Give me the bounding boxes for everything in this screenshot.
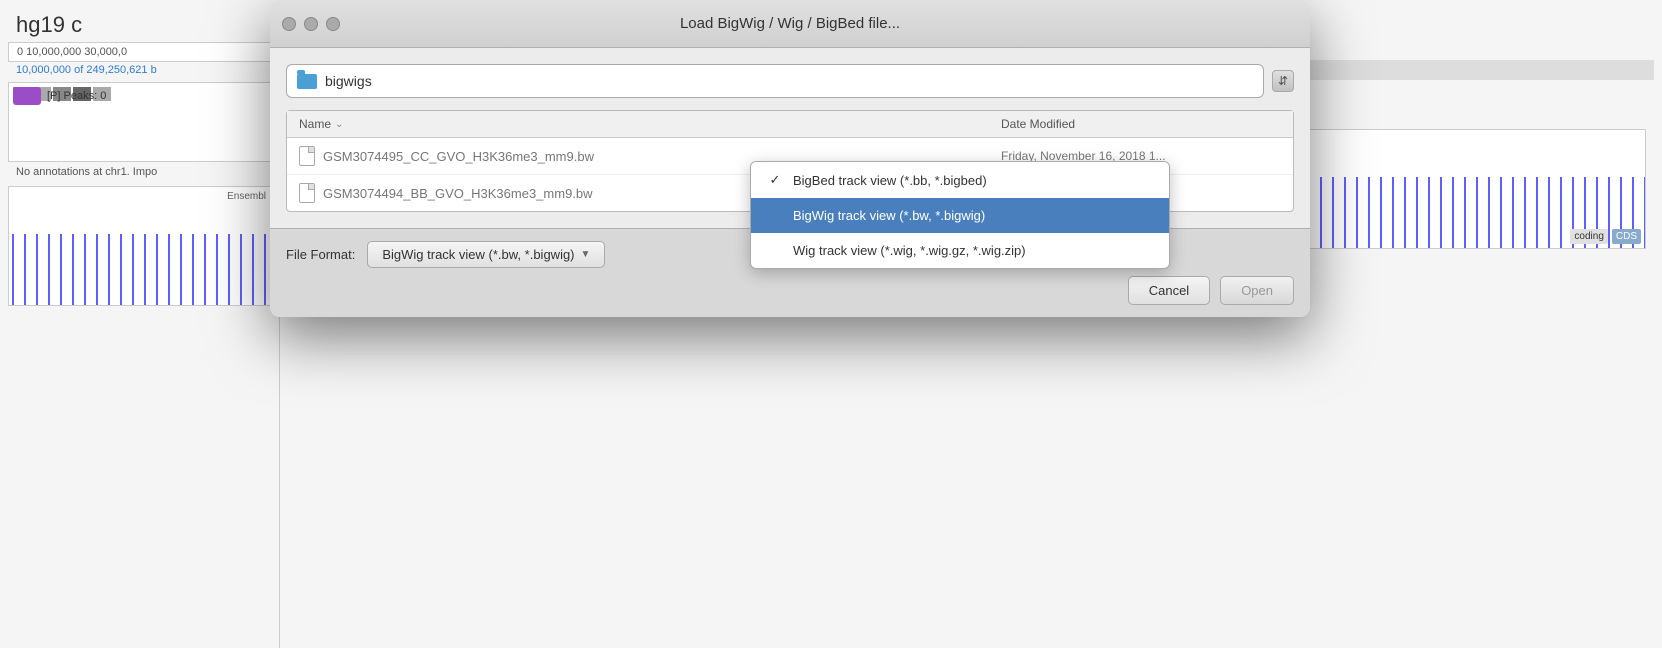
file-icon-2: [299, 183, 315, 203]
modal-titlebar: Load BigWig / Wig / BigBed file...: [270, 0, 1310, 48]
open-button[interactable]: Open: [1220, 276, 1294, 305]
folder-spinner[interactable]: ⇵: [1272, 70, 1294, 92]
file-icon-1: [299, 146, 315, 166]
cancel-button[interactable]: Cancel: [1128, 276, 1210, 305]
check-mark-icon: ✓: [767, 172, 783, 188]
dropdown-item-label: BigBed track view (*.bb, *.bigbed): [793, 173, 987, 188]
close-button[interactable]: [282, 17, 296, 31]
dropdown-item-wig[interactable]: Wig track view (*.wig, *.wig.gz, *.wig.z…: [751, 233, 1169, 268]
sort-icon: ⌄: [335, 119, 343, 130]
dropdown-item-bigwig[interactable]: BigWig track view (*.bw, *.bigwig): [751, 198, 1169, 233]
col-name-header: Name ⌄: [299, 117, 1001, 131]
footer-buttons: Cancel Open: [286, 276, 1294, 305]
table-header: Name ⌄ Date Modified: [287, 111, 1293, 138]
folder-selector[interactable]: bigwigs: [286, 64, 1264, 98]
window-controls: [282, 17, 340, 31]
dropdown-item-label: Wig track view (*.wig, *.wig.gz, *.wig.z…: [793, 243, 1026, 258]
folder-bar: bigwigs ⇵: [286, 64, 1294, 98]
dropdown-item-bigbed[interactable]: ✓ BigBed track view (*.bb, *.bigbed): [751, 162, 1169, 198]
modal-footer: File Format: BigWig track view (*.bw, *.…: [270, 228, 1310, 317]
modal-title: Load BigWig / Wig / BigBed file...: [680, 15, 900, 32]
dropdown-arrow-icon: ▼: [581, 249, 591, 260]
folder-icon: [297, 74, 317, 89]
modal-overlay: Load BigWig / Wig / BigBed file... bigwi…: [0, 0, 1662, 648]
minimize-button[interactable]: [304, 17, 318, 31]
selected-format-text: BigWig track view (*.bw, *.bigwig): [382, 247, 574, 262]
dropdown-menu: ✓ BigBed track view (*.bb, *.bigbed) Big…: [750, 161, 1170, 269]
col-date-header: Date Modified: [1001, 117, 1281, 131]
modal-dialog: Load BigWig / Wig / BigBed file... bigwi…: [270, 0, 1310, 317]
format-dropdown[interactable]: BigWig track view (*.bw, *.bigwig) ▼: [367, 241, 605, 268]
format-label: File Format:: [286, 247, 355, 262]
dropdown-item-label: BigWig track view (*.bw, *.bigwig): [793, 208, 985, 223]
folder-name: bigwigs: [325, 73, 372, 89]
maximize-button[interactable]: [326, 17, 340, 31]
